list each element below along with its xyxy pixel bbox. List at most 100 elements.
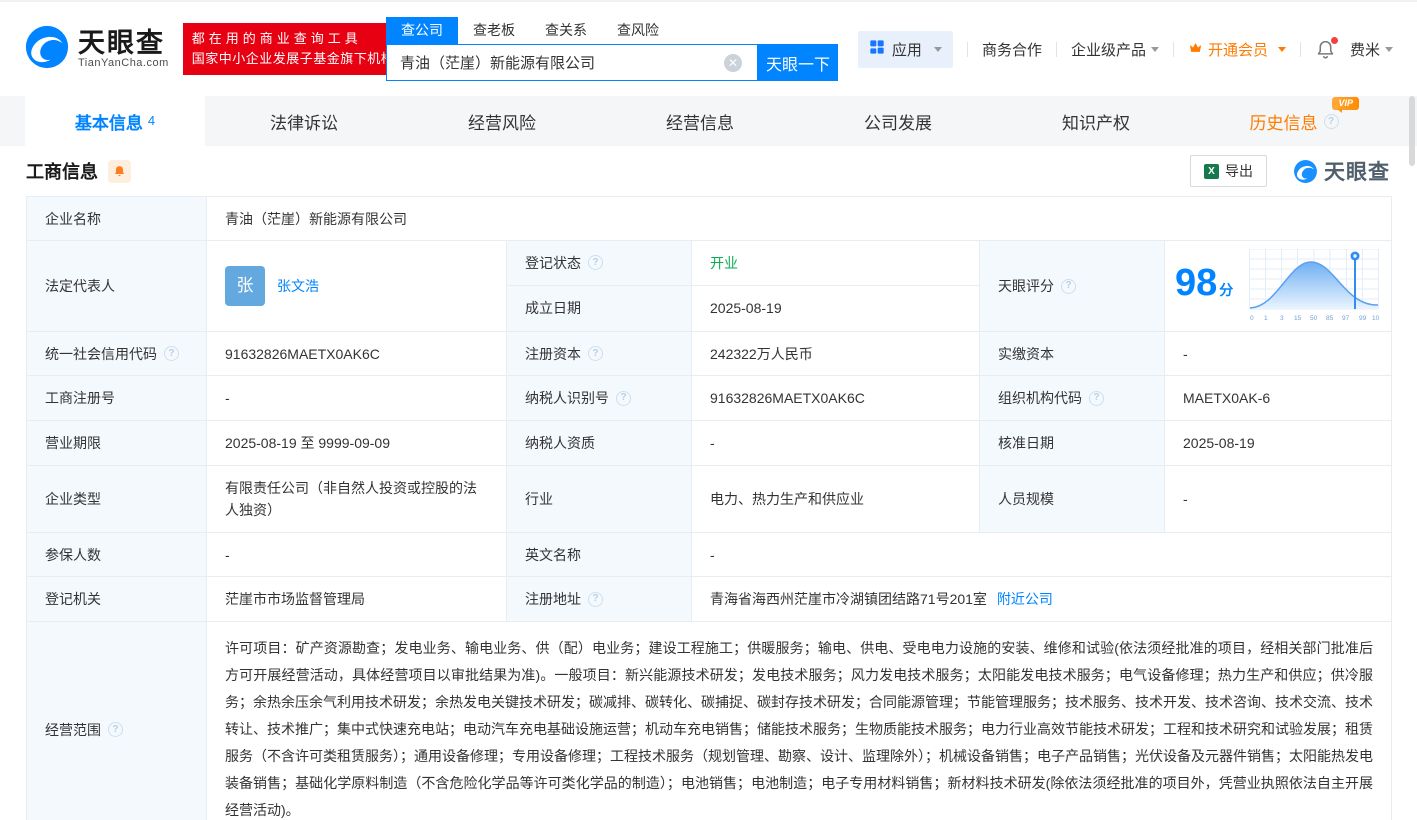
reg-status-label: 登记状态? bbox=[507, 241, 692, 286]
tab-history-info[interactable]: VIP 历史信息 ? bbox=[1195, 96, 1393, 146]
search-tab-relation[interactable]: 查关系 bbox=[530, 17, 602, 44]
org-code-label: 组织机构代码? bbox=[980, 376, 1165, 421]
legal-rep-avatar[interactable]: 张 bbox=[225, 266, 265, 306]
search-input[interactable] bbox=[386, 44, 758, 81]
establish-date-label: 成立日期 bbox=[507, 285, 692, 331]
svg-text:15: 15 bbox=[1294, 315, 1302, 322]
org-code-value: MAETX0AK-6 bbox=[1165, 376, 1392, 421]
business-info-table: 企业名称 青油（茫崖）新能源有限公司 法定代表人 张 张文浩 登记状态? 开业 … bbox=[26, 196, 1392, 820]
svg-text:97: 97 bbox=[1342, 315, 1350, 322]
svg-text:1: 1 bbox=[1264, 315, 1268, 322]
score-axis-labels: 0 1 3 15 50 85 97 99 100 bbox=[1250, 315, 1379, 322]
slogan-banner: 都在用的商业查询工具 国家中小企业发展子基金旗下机构 bbox=[183, 23, 404, 75]
taxpayer-id-value: 91632826MAETX0AK6C bbox=[692, 376, 980, 421]
taxpayer-quality-value: - bbox=[692, 421, 980, 466]
help-icon[interactable]: ? bbox=[1324, 114, 1339, 129]
user-menu[interactable]: 费米 bbox=[1350, 39, 1393, 60]
svg-text:100: 100 bbox=[1372, 315, 1379, 322]
search-tab-boss[interactable]: 查老板 bbox=[458, 17, 530, 44]
tab-basic-info[interactable]: 基本信息 4 bbox=[25, 96, 205, 146]
search-tab-risk[interactable]: 查风险 bbox=[602, 17, 674, 44]
reg-authority-label: 登记机关 bbox=[27, 577, 207, 622]
establish-date-value: 2025-08-19 bbox=[692, 285, 980, 331]
reg-authority-value: 茫崖市市场监督管理局 bbox=[207, 577, 507, 622]
help-icon[interactable]: ? bbox=[588, 592, 603, 607]
insured-label: 参保人数 bbox=[27, 533, 207, 577]
chevron-down-icon bbox=[1278, 47, 1286, 52]
table-row: 参保人数 - 英文名称 - bbox=[27, 533, 1392, 577]
paid-capital-label: 实缴资本 bbox=[980, 332, 1165, 376]
tab-intellectual-property[interactable]: 知识产权 bbox=[997, 96, 1195, 146]
reg-status-value: 开业 bbox=[692, 241, 980, 286]
approval-date-value: 2025-08-19 bbox=[1165, 421, 1392, 466]
svg-text:85: 85 bbox=[1326, 315, 1334, 322]
tab-basic-info-count: 4 bbox=[148, 113, 155, 128]
reg-number-label: 工商注册号 bbox=[27, 376, 207, 421]
help-icon[interactable]: ? bbox=[588, 255, 603, 270]
divider bbox=[967, 42, 968, 57]
watermark-logo: 天眼查 bbox=[1293, 156, 1390, 186]
reg-number-value: - bbox=[207, 376, 507, 421]
menu-biz-coop[interactable]: 商务合作 bbox=[982, 39, 1042, 60]
svg-text:99: 99 bbox=[1359, 315, 1367, 322]
search-tab-company[interactable]: 查公司 bbox=[386, 17, 458, 44]
taxpayer-quality-label: 纳税人资质 bbox=[507, 421, 692, 466]
reg-address-value: 青海省海西州茫崖市冷湖镇团结路71号201室 bbox=[710, 588, 987, 610]
help-icon[interactable]: ? bbox=[588, 346, 603, 361]
help-icon[interactable]: ? bbox=[616, 391, 631, 406]
business-scope-label: 经营范围? bbox=[27, 622, 207, 820]
company-nav-tabs: 基本信息 4 法律诉讼 经营风险 经营信息 公司发展 知识产权 VIP 历史信息… bbox=[0, 96, 1417, 146]
legal-rep-link[interactable]: 张文浩 bbox=[277, 275, 319, 297]
notification-dot bbox=[1331, 37, 1338, 44]
menu-enterprise-products[interactable]: 企业级产品 bbox=[1071, 39, 1159, 60]
divider bbox=[1173, 42, 1174, 57]
company-type-value: 有限责任公司（非自然人投资或控股的法人独资） bbox=[207, 466, 507, 533]
company-name-value: 青油（茫崖）新能源有限公司 bbox=[207, 197, 1392, 241]
svg-text:0: 0 bbox=[1250, 315, 1254, 322]
help-icon[interactable]: ? bbox=[108, 722, 123, 737]
table-row: 经营范围? 许可项目：矿产资源勘查；发电业务、输电业务、供（配）电业务；建设工程… bbox=[27, 622, 1392, 820]
table-row: 登记机关 茫崖市市场监督管理局 注册地址? 青海省海西州茫崖市冷湖镇团结路71号… bbox=[27, 577, 1392, 622]
tab-legal-litigation[interactable]: 法律诉讼 bbox=[205, 96, 403, 146]
approval-date-label: 核准日期 bbox=[980, 421, 1165, 466]
company-name-label: 企业名称 bbox=[27, 197, 207, 241]
staff-size-label: 人员规模 bbox=[980, 466, 1165, 533]
crown-icon bbox=[1188, 40, 1203, 59]
logo-text: 天眼查 TianYanCha.com bbox=[78, 29, 169, 69]
industry-label: 行业 bbox=[507, 466, 692, 533]
reg-capital-value: 242322万人民币 bbox=[692, 332, 980, 376]
monitor-bell-icon[interactable] bbox=[108, 160, 131, 183]
search-button[interactable]: 天眼一下 bbox=[758, 44, 838, 81]
export-button[interactable]: X 导出 bbox=[1190, 155, 1267, 187]
table-row: 企业类型 有限责任公司（非自然人投资或控股的法人独资） 行业 电力、热力生产和供… bbox=[27, 466, 1392, 533]
nearby-companies-link[interactable]: 附近公司 bbox=[997, 588, 1053, 610]
tab-company-development[interactable]: 公司发展 bbox=[799, 96, 997, 146]
score-label: 天眼评分? bbox=[980, 241, 1165, 332]
menu-vip[interactable]: 开通会员 bbox=[1188, 39, 1286, 60]
slogan-line2: 国家中小企业发展子基金旗下机构 bbox=[192, 49, 395, 69]
section-header: 工商信息 X 导出 天眼查 bbox=[0, 146, 1417, 196]
help-icon[interactable]: ? bbox=[164, 346, 179, 361]
clear-icon[interactable]: ✕ bbox=[724, 54, 742, 72]
tab-operation-info[interactable]: 经营信息 bbox=[601, 96, 799, 146]
apps-menu[interactable]: 应用 bbox=[858, 31, 953, 68]
export-label: 导出 bbox=[1225, 161, 1253, 181]
reg-address-label: 注册地址? bbox=[507, 577, 692, 622]
table-row: 营业期限 2025-08-19 至 9999-09-09 纳税人资质 - 核准日… bbox=[27, 421, 1392, 466]
help-icon[interactable]: ? bbox=[1089, 391, 1104, 406]
business-term-label: 营业期限 bbox=[27, 421, 207, 466]
help-icon[interactable]: ? bbox=[1061, 279, 1076, 294]
divider bbox=[1056, 42, 1057, 57]
scrollbar[interactable] bbox=[1409, 96, 1415, 166]
paid-capital-value: - bbox=[1165, 332, 1392, 376]
logo-domain: TianYanCha.com bbox=[78, 57, 169, 69]
staff-size-value: - bbox=[1165, 466, 1392, 533]
menu-vip-label: 开通会员 bbox=[1208, 39, 1268, 60]
logo[interactable]: 天眼查 TianYanCha.com bbox=[24, 24, 169, 75]
section-title: 工商信息 bbox=[26, 158, 98, 184]
notification-bell-icon[interactable] bbox=[1315, 39, 1336, 60]
watermark-text: 天眼查 bbox=[1324, 156, 1390, 186]
score-value: 98分 bbox=[1175, 263, 1233, 310]
tab-operation-risk[interactable]: 经营风险 bbox=[403, 96, 601, 146]
reg-address-cell: 青海省海西州茫崖市冷湖镇团结路71号201室 附近公司 bbox=[692, 577, 1392, 622]
